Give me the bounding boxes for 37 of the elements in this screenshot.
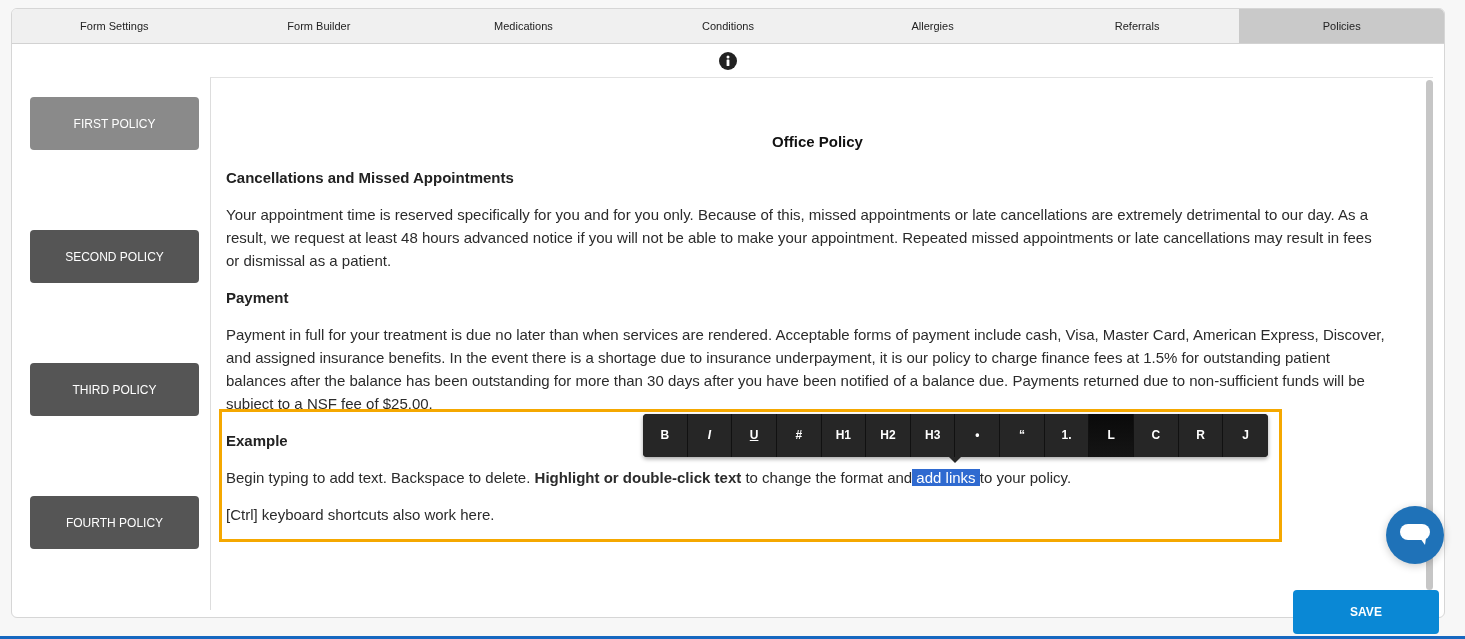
chat-bubble-icon <box>1400 524 1430 546</box>
tab[interactable]: Form Settings <box>12 9 217 43</box>
policy-button[interactable]: THIRD POLICY <box>30 363 199 416</box>
format-button[interactable]: J <box>1223 413 1268 457</box>
section-heading: Payment <box>226 288 289 308</box>
tab[interactable]: Policies <box>1239 9 1444 43</box>
tab[interactable]: Allergies <box>830 9 1035 43</box>
format-button[interactable]: I <box>687 413 733 457</box>
toolbar-pointer-icon <box>949 456 961 463</box>
info-icon[interactable] <box>719 51 737 70</box>
paragraph-text: Your appointment time is reserved specifically for you and for you only. Because of this, missed appointments or late cancellations are extremely detrimental to our day. As a result, we request at least 48 hours advanced notice if you will not be able to make your appointment. Repeated missed appointments or late cancellations may result in fees or dismissal as a patient. <box>226 205 1373 271</box>
tab[interactable]: Form Builder <box>216 9 422 43</box>
paragraph-text: [Ctrl] keyboard shortcuts also work here. <box>226 505 496 525</box>
format-button[interactable]: B <box>643 413 688 457</box>
document-title: Office Policy <box>771 132 864 152</box>
policy-button[interactable]: SECOND POLICY <box>30 230 199 283</box>
save-button[interactable]: SAVE <box>1293 590 1439 634</box>
section-heading: Cancellations and Missed Appointments <box>226 168 514 188</box>
format-button[interactable]: 1. <box>1044 413 1090 457</box>
tab[interactable]: Referrals <box>1034 9 1240 43</box>
tab[interactable]: Medications <box>421 9 626 43</box>
format-button[interactable]: U <box>732 413 777 457</box>
section-heading: Example <box>226 431 288 451</box>
paragraph-text: Begin typing to add text. Backspace to delete. Highlight or double-click text to change the format and add links to your policy. <box>226 468 1073 488</box>
format-button[interactable]: C <box>1134 413 1179 457</box>
format-button[interactable]: “ <box>1000 413 1045 457</box>
tab[interactable]: Conditions <box>625 9 831 43</box>
format-button[interactable]: R <box>1178 413 1224 457</box>
format-button[interactable]: H3 <box>910 413 956 457</box>
policy-button[interactable]: FOURTH POLICY <box>30 496 199 549</box>
paragraph-text: Payment in full for your treatment is due no later than when services are rendered. Acceptable forms of payment include cash, Visa, Master Card, American Express, Discover, and assigned insurance benefits. In the event there is a shortage due to insurance underpayment, it is our policy to charge finance fees at 1.5% for outstanding patient balances after the balance has been outstanding for more than 30 days after you have been notified of a balance due. Payments returned due to non-sufficient funds will be subject to a NSF fee of $25.00. <box>226 325 1386 414</box>
format-button[interactable]: • <box>955 413 1001 457</box>
format-button[interactable]: H2 <box>866 413 911 457</box>
scrollbar[interactable] <box>1426 80 1433 590</box>
format-button[interactable]: # <box>776 413 822 457</box>
format-button[interactable]: L <box>1089 413 1135 457</box>
format-button[interactable]: H1 <box>821 413 867 457</box>
